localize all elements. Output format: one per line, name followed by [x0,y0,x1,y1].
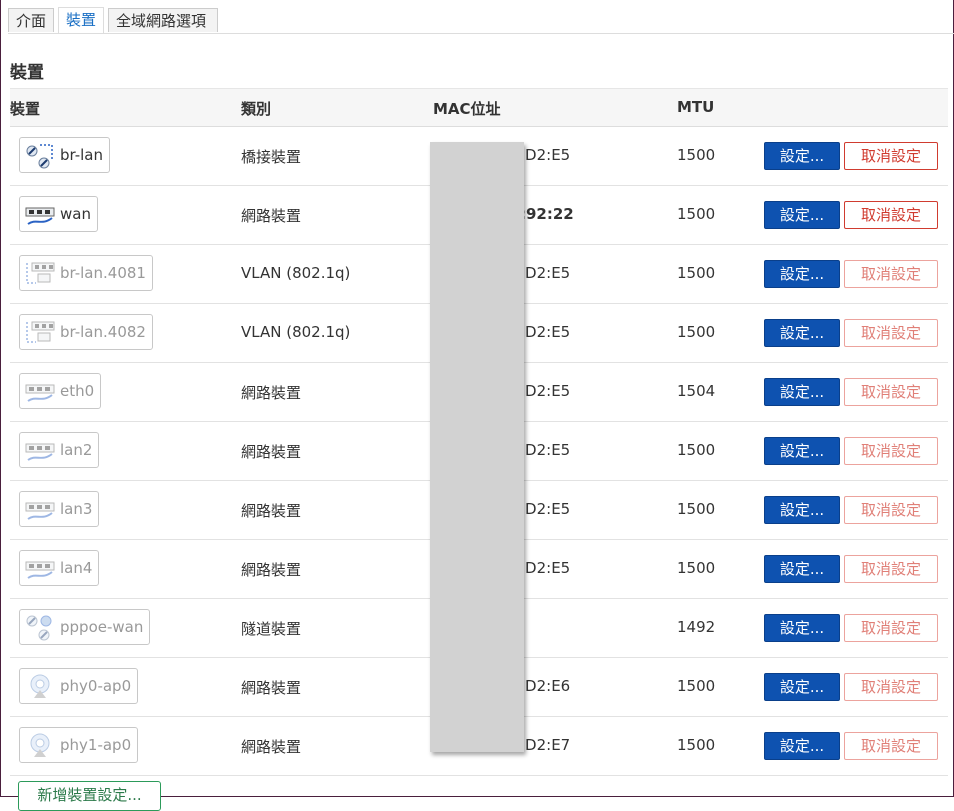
device-mac: :D2:E5 [520,323,571,341]
device-badge: pppoe-wan [19,609,151,645]
device-badge: phy1-ap0 [19,727,139,763]
device-badge: wan [19,196,98,232]
device-mtu: 1500 [677,205,716,223]
device-badge: eth0 [19,373,102,409]
vlan-icon [24,259,56,287]
col-mac: MAC位址 [433,100,501,118]
tab-devices[interactable]: 裝置 [58,7,104,33]
device-name: lan2 [60,441,93,459]
col-mtu: MTU [677,98,715,116]
device-name: br-lan.4081 [60,264,146,282]
device-type: 網路裝置 [241,207,302,225]
configure-button[interactable]: 設定... [764,496,840,524]
configure-button[interactable]: 設定... [764,201,840,229]
ethernet-icon [24,495,56,523]
device-mtu: 1504 [677,382,716,400]
unconfigure-button[interactable]: 取消設定 [844,201,938,229]
device-mtu: 1500 [677,323,716,341]
device-type: 隧道裝置 [241,620,302,638]
device-mac: :D2:E5 [520,264,571,282]
device-mac: :D2:E7 [520,736,571,754]
device-type: 網路裝置 [241,561,302,579]
device-mac: :D2:E5 [520,441,571,459]
device-name: br-lan [60,146,104,164]
device-mac: :D2:E6 [520,677,571,695]
device-mtu: 1500 [677,264,716,282]
device-name: br-lan.4082 [60,323,146,341]
device-mac: :D2:E5 [520,559,571,577]
device-mtu: 1500 [677,677,716,695]
device-mac: :92:22 [520,205,574,223]
tab-bar: 介面 裝置 全域網路選項 [8,7,954,34]
device-name: lan3 [60,500,93,518]
device-type: 網路裝置 [241,679,302,697]
unconfigure-button[interactable]: 取消設定 [844,437,938,465]
device-type: VLAN (802.1q) [241,323,351,341]
unconfigure-button[interactable]: 取消設定 [844,673,938,701]
device-mtu: 1500 [677,500,716,518]
unconfigure-button[interactable]: 取消設定 [844,260,938,288]
col-type: 類別 [241,100,272,118]
ethernet-icon [24,200,56,228]
configure-button[interactable]: 設定... [764,260,840,288]
device-mtu: 1500 [677,736,716,754]
tab-interfaces[interactable]: 介面 [8,8,54,32]
device-name: phy0-ap0 [60,677,132,695]
device-mtu: 1500 [677,146,716,164]
device-name: wan [60,205,91,223]
device-badge: br-lan.4082 [19,314,153,350]
wifi-icon [24,672,56,700]
bridge-icon [24,141,56,169]
configure-button[interactable]: 設定... [764,555,840,583]
vlan-icon [24,318,56,346]
tab-global-options[interactable]: 全域網路選項 [108,8,218,32]
col-device: 裝置 [10,100,41,118]
tunnel-icon [24,613,56,641]
device-mtu: 1500 [677,441,716,459]
device-name: phy1-ap0 [60,736,132,754]
device-name: pppoe-wan [60,618,144,636]
device-badge: lan4 [19,550,100,586]
wifi-icon [24,731,56,759]
device-mtu: 1500 [677,559,716,577]
unconfigure-button[interactable]: 取消設定 [844,496,938,524]
section-title: 裝置 [10,63,44,83]
configure-button[interactable]: 設定... [764,142,840,170]
device-name: lan4 [60,559,93,577]
unconfigure-button[interactable]: 取消設定 [844,378,938,406]
configure-button[interactable]: 設定... [764,378,840,406]
device-type: VLAN (802.1q) [241,264,351,282]
table-header: 裝置 類別 MAC位址 MTU [10,88,948,127]
unconfigure-button[interactable]: 取消設定 [844,732,938,760]
device-badge: br-lan [19,137,111,173]
configure-button[interactable]: 設定... [764,732,840,760]
ethernet-icon [24,377,56,405]
device-badge: phy0-ap0 [19,668,139,704]
configure-button[interactable]: 設定... [764,614,840,642]
device-type: 網路裝置 [241,443,302,461]
device-type: 橋接裝置 [241,148,302,166]
configure-button[interactable]: 設定... [764,437,840,465]
device-mac: :D2:E5 [520,146,571,164]
unconfigure-button[interactable]: 取消設定 [844,555,938,583]
device-type: 網路裝置 [241,384,302,402]
configure-button[interactable]: 設定... [764,673,840,701]
device-type: 網路裝置 [241,502,302,520]
redaction-block [430,142,524,752]
device-type: 網路裝置 [241,738,302,756]
ethernet-icon [24,554,56,582]
configure-button[interactable]: 設定... [764,319,840,347]
unconfigure-button[interactable]: 取消設定 [844,142,938,170]
device-mac: :D2:E5 [520,500,571,518]
unconfigure-button[interactable]: 取消設定 [844,319,938,347]
device-mtu: 1492 [677,618,716,636]
device-badge: lan3 [19,491,100,527]
device-mac: :D2:E5 [520,382,571,400]
ethernet-icon [24,436,56,464]
add-device-button[interactable]: 新增裝置設定... [18,781,161,811]
unconfigure-button[interactable]: 取消設定 [844,614,938,642]
device-name: eth0 [60,382,95,400]
device-badge: lan2 [19,432,100,468]
device-badge: br-lan.4081 [19,255,153,291]
